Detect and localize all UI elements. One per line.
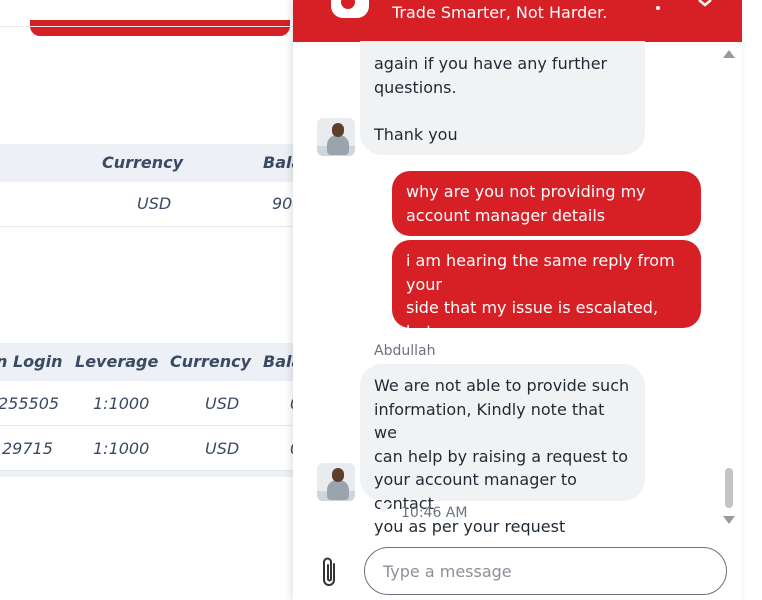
accounts-table-header: Currency Bala [0,144,302,182]
table-row[interactable]: USD 904 [0,182,303,227]
background-red-banner [30,20,290,36]
accounts-table-header: n Login Leverage Currency Bala [0,343,302,381]
user-message: why are you not providing my account man… [392,171,701,236]
cell-leverage: 1:1000 [93,394,150,413]
more-vertical-icon[interactable] [648,0,668,14]
user-message: i am hearing the same reply from your si… [392,240,701,364]
cell-currency: USD [205,439,240,458]
cell-login: 29715 [2,439,53,458]
chat-header: Trade Smarter, Not Harder. [293,0,742,42]
column-login: n Login [0,352,63,371]
chat-tagline: Trade Smarter, Not Harder. [392,3,608,22]
table-footer-shadow [0,471,293,477]
column-leverage: Leverage [75,352,159,371]
cell-currency: USD [205,394,240,413]
scroll-down-arrow-icon[interactable] [723,516,735,524]
chat-widget: Trade Smarter, Not Harder. again if you … [293,0,742,600]
agent-message: again if you have any further questions.… [360,41,645,155]
message-input[interactable] [364,547,727,595]
chat-scrollbar[interactable] [721,50,737,530]
message-tail [376,503,392,513]
agent-avatar [317,463,355,501]
cell-login: 255505 [0,394,60,413]
cell-leverage: 1:1000 [93,439,150,458]
column-currency: Currency [170,352,252,371]
message-timestamp: 10:46 AM [401,505,468,521]
paperclip-icon[interactable] [319,555,341,589]
column-currency: Currency [102,153,184,172]
agent-message: We are not able to provide such informat… [360,364,645,536]
agent-name: Abdullah [374,343,436,359]
brand-logo-icon [331,0,369,18]
agent-avatar [317,118,355,156]
table-row[interactable]: 29715 1:1000 USD 0 [0,426,300,471]
scroll-up-arrow-icon[interactable] [723,50,735,58]
cell-currency: USD [137,194,172,213]
background-divider [0,26,293,27]
scrollbar-thumb[interactable] [725,468,733,508]
table-row[interactable]: 255505 1:1000 USD 0 [0,381,300,426]
chevron-down-icon[interactable] [695,0,715,8]
